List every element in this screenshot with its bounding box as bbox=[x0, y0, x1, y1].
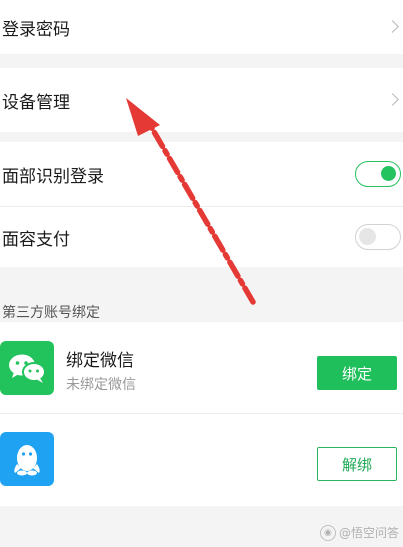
face-pay-toggle[interactable] bbox=[355, 224, 401, 250]
qq-icon bbox=[0, 432, 54, 486]
face-pay-label: 面容支付 bbox=[2, 229, 70, 250]
qq-bind-row: 解绑 bbox=[0, 414, 403, 506]
device-management-row[interactable]: 设备管理 bbox=[0, 68, 403, 132]
wechat-account-status: 未绑定微信 bbox=[66, 377, 136, 393]
qq-logo-svg bbox=[14, 445, 40, 476]
device-management-label: 设备管理 bbox=[2, 92, 70, 113]
wechat-icon bbox=[0, 341, 54, 395]
login-password-row[interactable]: 登录密码 bbox=[0, 0, 403, 54]
chevron-right-icon bbox=[386, 93, 399, 106]
wukong-logo-icon: ◉ bbox=[319, 524, 336, 541]
chevron-right-icon bbox=[386, 20, 399, 33]
wechat-account-name: 绑定微信 bbox=[66, 351, 134, 371]
toggle-knob bbox=[359, 228, 376, 245]
face-login-row: 面部识别登录 bbox=[0, 142, 403, 206]
wechat-logo-svg bbox=[9, 354, 46, 383]
face-login-toggle[interactable] bbox=[355, 161, 401, 187]
wechat-bind-row: 绑定微信 未绑定微信 绑定 bbox=[0, 322, 403, 414]
login-password-label: 登录密码 bbox=[2, 19, 70, 40]
third-party-section-title: 第三方账号绑定 bbox=[2, 305, 100, 321]
bind-wechat-button[interactable]: 绑定 bbox=[317, 356, 397, 390]
toggle-knob bbox=[381, 166, 396, 181]
watermark-text: @悟空问答 bbox=[338, 526, 399, 540]
face-login-label: 面部识别登录 bbox=[2, 166, 104, 187]
face-pay-row: 面容支付 bbox=[0, 207, 403, 267]
watermark: ◉ @悟空问答 bbox=[319, 524, 399, 541]
unbind-qq-button[interactable]: 解绑 bbox=[317, 447, 397, 481]
